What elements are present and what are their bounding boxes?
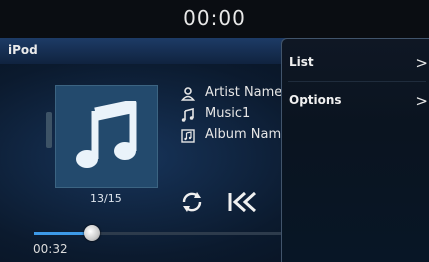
album-art xyxy=(55,85,158,188)
music-note-icon xyxy=(76,101,137,168)
person-icon xyxy=(181,87,195,101)
menu-item-options[interactable]: Options > xyxy=(282,83,429,119)
previous-track-button[interactable] xyxy=(224,190,258,214)
clock: 00:00 xyxy=(183,6,246,30)
album-name: Album Name xyxy=(205,127,290,142)
artist-name: Artist Name xyxy=(205,85,283,100)
status-bar: 00:00 xyxy=(0,0,429,38)
menu-item-label: Options xyxy=(289,93,342,107)
menu-item-list[interactable]: List > xyxy=(282,45,429,81)
song-title: Music1 xyxy=(205,106,251,121)
media-screen: 00:00 iPod 13/15 Artist Name Music1 Albu… xyxy=(0,0,429,262)
repeat-icon xyxy=(182,192,202,212)
progress-knob[interactable] xyxy=(84,225,100,241)
music-note-icon xyxy=(181,108,194,122)
chevron-right-icon: > xyxy=(415,92,428,110)
repeat-button[interactable] xyxy=(180,190,204,214)
album-icon xyxy=(181,129,195,143)
album-art-edge xyxy=(46,112,52,148)
menu-divider xyxy=(288,81,426,82)
chevron-right-icon: > xyxy=(415,54,428,72)
menu-item-label: List xyxy=(289,55,314,69)
source-label: iPod xyxy=(8,43,38,57)
elapsed-time: 00:32 xyxy=(33,242,68,256)
options-menu: List > Options > xyxy=(281,38,429,262)
track-position: 13/15 xyxy=(90,192,122,205)
skip-previous-icon xyxy=(228,191,257,213)
